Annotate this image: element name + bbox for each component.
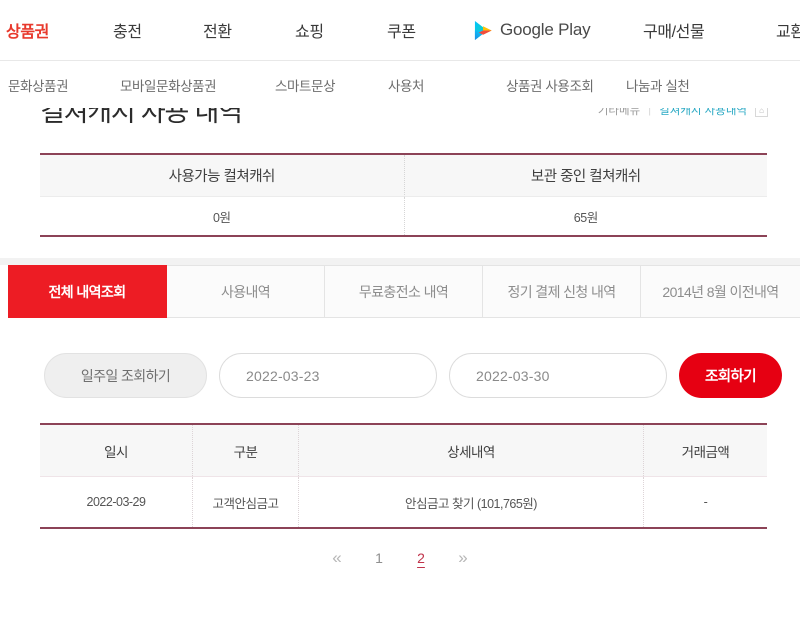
date-to-input[interactable]: 2022-03-30 [449,353,667,398]
balance-header-row: 사용가능 컬쳐캐쉬 보관 중인 컬쳐캐쉬 [40,155,767,197]
local-navigation: 문화상품권 모바일문화상품권 스마트문상 사용처 상품권 사용조회 나눔과 실천 [0,61,800,108]
cell-amount: - [643,477,767,527]
breadcrumb-item-current: 컬쳐캐시 사용내역 [659,108,747,117]
breadcrumb-separator: | [648,108,652,116]
lnb-item-merchants[interactable]: 사용처 [388,75,424,95]
tab-all-history[interactable]: 전체 내역조회 [8,265,167,318]
tab-free-charge-history[interactable]: 무료충전소 내역 [325,265,483,318]
cell-type: 고객안심금고 [192,477,298,527]
column-header-detail: 상세내역 [298,425,643,476]
gnb-item-shopping[interactable]: 쇼핑 [295,18,324,42]
filter-bar: 일주일 조회하기 2022-03-23 2022-03-30 조회하기 [44,353,782,398]
gnb-item-charge[interactable]: 충전 [113,18,142,42]
tab-usage-history[interactable]: 사용내역 [167,265,325,318]
table-row: 2022-03-29 고객안심금고 안심금고 찾기 (101,765원) - [40,477,767,527]
balance-value-stored: 65원 [403,197,768,235]
week-lookup-chip[interactable]: 일주일 조회하기 [44,353,207,398]
column-header-amount: 거래금액 [643,425,767,476]
balance-value-available: 0원 [213,210,231,225]
gnb-item-convert[interactable]: 전환 [203,18,232,42]
balance-table: 사용가능 컬쳐캐쉬 보관 중인 컬쳐캐쉬 0원 65원 [40,153,767,237]
home-icon[interactable]: ⌂ [755,108,768,117]
tab-subscription-history[interactable]: 정기 결제 신청 내역 [483,265,641,318]
column-header-type: 구분 [192,425,298,476]
table-header-row: 일시 구분 상세내역 거래금액 [40,425,767,477]
lnb-item-mobile-culture-giftcard[interactable]: 모바일문화상품권 [120,75,217,95]
balance-card: 컬쳐캐시 사용 내역 기타메뉴 | 컬쳐캐시 사용내역 ⌂ 사용가능 컬쳐캐쉬 … [0,108,800,258]
lnb-item-culture-giftcard[interactable]: 문화상품권 [8,75,69,95]
history-tabs: 전체 내역조회 사용내역 무료충전소 내역 정기 결제 신청 내역 2014년 … [0,265,800,318]
tab-pre-2014-history[interactable]: 2014년 8월 이전내역 [641,265,800,318]
history-table: 일시 구분 상세내역 거래금액 2022-03-29 고객안심금고 안심금고 찾… [40,423,767,529]
column-header-date: 일시 [104,444,128,460]
breadcrumb: 기타메뉴 | 컬쳐캐시 사용내역 ⌂ [598,108,768,118]
google-play-label: Google Play [500,20,591,39]
date-from-input[interactable]: 2022-03-23 [219,353,437,398]
pagination-page-2[interactable]: 2 [415,550,427,566]
google-play-link[interactable]: Google Play [474,20,591,41]
pagination: « 1 2 » [0,548,800,568]
breadcrumb-item-other-menu[interactable]: 기타메뉴 [598,108,640,118]
search-button[interactable]: 조회하기 [679,353,782,398]
global-navigation: 상품권 충전 전환 쇼핑 쿠폰 Google Play 구매/선물 교 [0,0,800,61]
pagination-page-1[interactable]: 1 [373,550,385,566]
cell-date: 2022-03-29 [86,495,146,509]
pagination-first-icon[interactable]: « [331,548,343,568]
pagination-last-icon[interactable]: » [457,548,469,568]
gnb-item-giftcard[interactable]: 상품권 [6,18,49,42]
lnb-item-giftcard-usage-lookup[interactable]: 상품권 사용조회 [506,75,594,95]
balance-header-stored: 보관 중인 컬쳐캐쉬 [403,155,767,197]
google-play-triangle-icon [474,20,493,41]
gnb-item-purchase-gift[interactable]: 구매/선물 [643,18,705,42]
balance-header-available: 사용가능 컬쳐캐쉬 [40,155,404,197]
cell-detail: 안심금고 찾기 (101,765원) [298,477,643,527]
page-title: 컬쳐캐시 사용 내역 [40,108,243,127]
balance-value-row: 0원 65원 [40,197,767,235]
gnb-item-coupon[interactable]: 쿠폰 [387,18,416,42]
lnb-item-smart-munsang[interactable]: 스마트문상 [275,75,336,95]
gnb-item-exchange[interactable]: 교환 [776,18,800,42]
page-body: 컬쳐캐시 사용 내역 기타메뉴 | 컬쳐캐시 사용내역 ⌂ 사용가능 컬쳐캐쉬 … [0,108,800,619]
lnb-item-sharing-practice[interactable]: 나눔과 실천 [626,75,690,95]
